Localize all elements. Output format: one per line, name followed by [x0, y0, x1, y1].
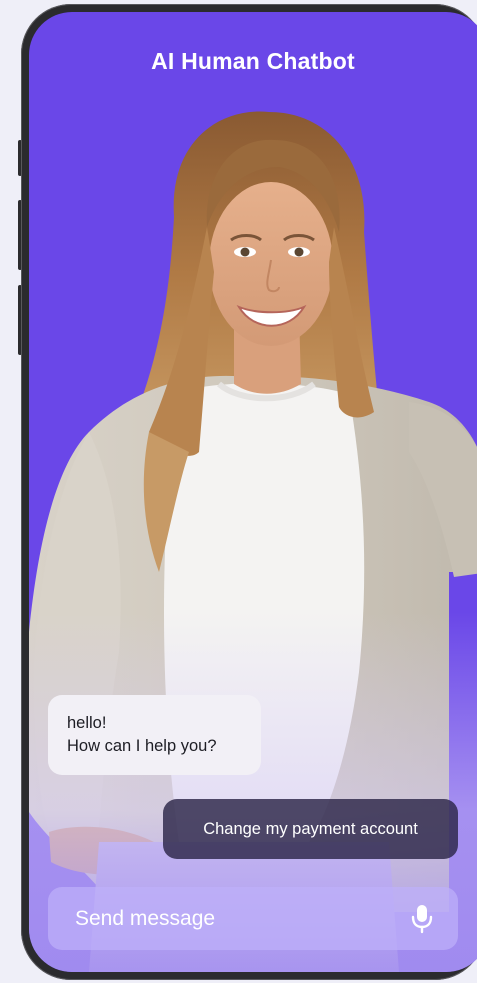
microphone-icon[interactable] — [411, 904, 433, 934]
app-title: AI Human Chatbot — [151, 48, 355, 74]
bot-message-line: hello! — [67, 714, 107, 732]
page: AI Human Chatbot hello! How can I help y… — [0, 0, 477, 983]
phone-screen: AI Human Chatbot hello! How can I help y… — [29, 12, 477, 972]
message-input[interactable]: Send message — [48, 887, 458, 950]
user-message-bubble: Change my payment account — [163, 799, 458, 859]
message-input-placeholder: Send message — [75, 907, 216, 930]
bot-message-line: How can I help you? — [67, 737, 217, 755]
bot-message-bubble: hello! How can I help you? — [48, 695, 261, 775]
